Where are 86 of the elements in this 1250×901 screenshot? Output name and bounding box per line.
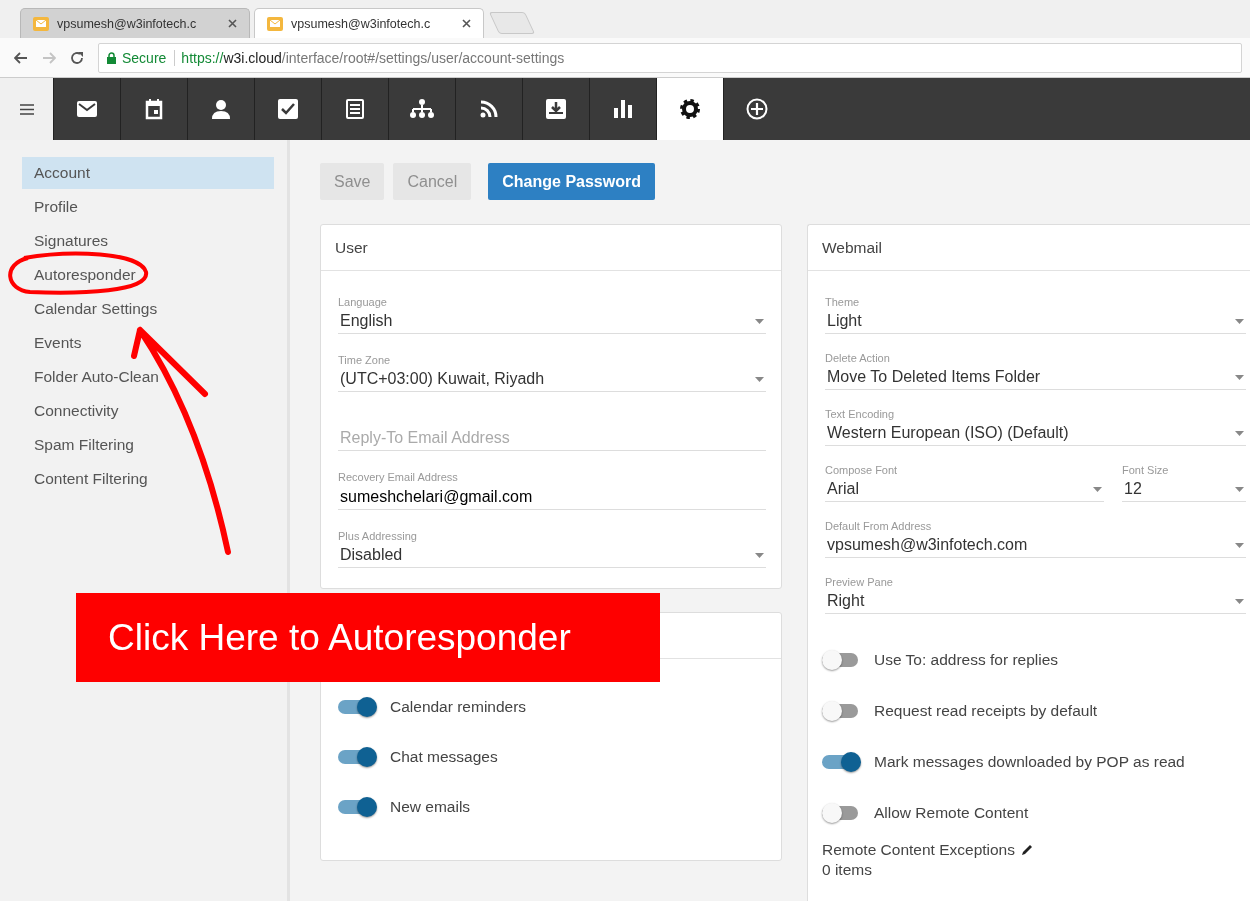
field-label: Plus Addressing	[338, 529, 418, 543]
toggle-switch[interactable]	[338, 747, 378, 767]
caret-icon	[755, 318, 764, 324]
dropdown[interactable]: (UTC+03:00) Kuwait, Riyadh	[338, 367, 766, 392]
toggle-label: Allow Remote Content	[874, 804, 1029, 822]
close-icon[interactable]	[462, 19, 471, 28]
toggle-label: Use To: address for replies	[874, 651, 1059, 669]
caret-icon	[755, 376, 764, 382]
dropdown[interactable]: Western European (ISO) (Default)	[825, 421, 1246, 446]
caret-icon	[1235, 430, 1244, 436]
inbox-download-icon	[546, 99, 566, 119]
card-title: Webmail	[822, 238, 882, 257]
field-label: Language	[338, 295, 388, 309]
settings-icon	[679, 98, 701, 120]
toggle-switch[interactable]	[338, 797, 378, 817]
secure-label: Secure	[122, 49, 176, 66]
toggle-label: Request read receipts by default	[874, 702, 1098, 720]
callout-banner: Click Here to Autoresponder	[76, 593, 660, 682]
exceptions-count: 0 items	[822, 861, 873, 879]
field-label: Recovery Email Address	[338, 470, 459, 484]
sidebar-item[interactable]: Profile	[22, 191, 274, 223]
address-bar[interactable]: Secure https://w3i.cloud/interface/root#/settings/user/account-settings	[98, 42, 1242, 73]
bar-chart-icon	[614, 100, 632, 118]
dropdown[interactable]: Light	[825, 309, 1246, 334]
sidebar-item[interactable]: Events	[22, 327, 274, 359]
dropdown[interactable]: Move To Deleted Items Folder	[825, 365, 1246, 390]
toggle-label: Mark messages downloaded by POP as read	[874, 753, 1185, 771]
lock-icon	[107, 51, 116, 64]
caret-icon	[755, 552, 764, 558]
caret-icon	[1235, 318, 1244, 324]
sidebar-item[interactable]: Autoresponder	[22, 259, 274, 291]
sidebar-item[interactable]: Spam Filtering	[22, 429, 274, 461]
sidebar-item[interactable]: Content Filtering	[22, 463, 274, 495]
dropdown[interactable]: vpsumesh@w3infotech.com	[825, 533, 1246, 558]
dropdown[interactable]: English	[338, 309, 766, 334]
toggle-label: Calendar reminders	[390, 698, 527, 716]
rss-icon	[480, 100, 498, 118]
close-icon[interactable]	[228, 19, 237, 28]
field-label: Text Encoding	[825, 407, 896, 421]
sidebar-item[interactable]: Connectivity	[22, 395, 274, 427]
toolbar-button[interactable]	[656, 78, 723, 140]
envelope-icon	[267, 16, 283, 31]
dropdown[interactable]: Right	[825, 589, 1246, 614]
toggle-switch[interactable]	[822, 752, 862, 772]
browser-tab[interactable]: vpsumesh@w3infotech.c	[254, 8, 484, 38]
add-circle-icon	[746, 98, 768, 120]
sidebar-item[interactable]: Folder Auto-Clean	[22, 361, 274, 393]
toggle-label: Chat messages	[390, 748, 498, 766]
person-icon	[211, 99, 231, 119]
input-field[interactable]: sumeshchelari@gmail.com	[338, 484, 766, 510]
field-label: Preview Pane	[825, 575, 894, 589]
field-label: Default From Address	[825, 519, 933, 533]
caret-icon	[1235, 486, 1244, 492]
field-label: Compose Font	[825, 463, 899, 477]
toggle-switch[interactable]	[338, 697, 378, 717]
browser-tab[interactable]: vpsumesh@w3infotech.c	[20, 8, 250, 38]
toggle-label: New emails	[390, 798, 471, 816]
sidebar-item[interactable]: Calendar Settings	[22, 293, 274, 325]
dropdown[interactable]: 12	[1122, 477, 1246, 502]
caret-icon	[1235, 542, 1244, 548]
sidebar-item[interactable]: Signatures	[22, 225, 274, 257]
calendar-icon	[145, 98, 163, 120]
envelope-icon	[33, 16, 49, 31]
hierarchy-icon	[410, 99, 434, 119]
sidebar-item[interactable]: Account	[22, 157, 274, 189]
field-label: Delete Action	[825, 351, 891, 365]
pencil-icon[interactable]	[1021, 844, 1033, 856]
field-label: Theme	[825, 295, 861, 309]
menu-icon[interactable]	[19, 103, 34, 115]
document-icon	[346, 99, 364, 119]
exceptions-label: Remote Content Exceptions	[822, 841, 1015, 859]
checkbox-icon	[278, 99, 298, 119]
mail-icon	[76, 100, 98, 118]
url-text: https://w3i.cloud/interface/root#/settings/user/account-settings	[181, 49, 565, 66]
action-button[interactable]: Change Password	[488, 163, 655, 200]
caret-icon	[1093, 486, 1102, 492]
card-title: User	[335, 238, 368, 257]
dropdown[interactable]: Arial	[825, 477, 1104, 502]
input-field[interactable]: Reply-To Email Address	[338, 425, 766, 451]
caret-icon	[1235, 598, 1244, 604]
back-arrow-icon[interactable]	[14, 51, 28, 64]
field-label: Font Size	[1122, 463, 1170, 477]
field-label: Time Zone	[338, 353, 392, 367]
dropdown[interactable]: Disabled	[338, 543, 766, 568]
caret-icon	[1235, 374, 1244, 380]
reload-icon[interactable]	[70, 50, 84, 65]
